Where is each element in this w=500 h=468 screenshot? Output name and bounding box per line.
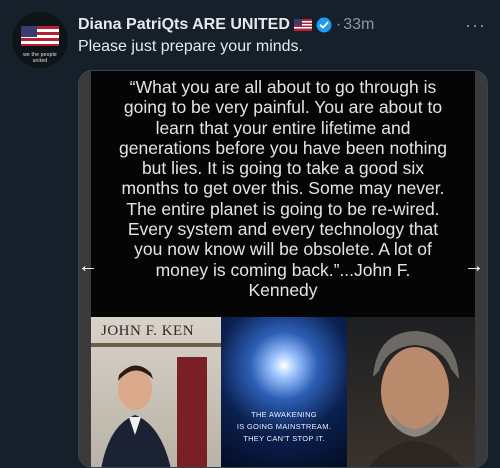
timestamp[interactable]: 33m bbox=[343, 16, 374, 34]
us-flag-icon bbox=[293, 19, 312, 31]
verified-badge-icon[interactable] bbox=[316, 17, 332, 33]
awakening-caption: THE AWAKENING IS GOING MAINSTREAM. THEY … bbox=[236, 410, 332, 443]
separator-dot: · bbox=[335, 16, 342, 33]
quote-image[interactable]: “What you are all about to go through is… bbox=[91, 71, 475, 317]
jfk-jr-photo: JOHN F. KEN bbox=[91, 317, 221, 467]
portrait-figure-2 bbox=[368, 331, 462, 467]
avatar-caption: we the people united bbox=[23, 52, 57, 64]
avatar[interactable]: we the people united bbox=[12, 12, 68, 68]
arrow-right-icon[interactable]: → bbox=[460, 252, 488, 280]
awakening-image: THE AWAKENING IS GOING MAINSTREAM. THEY … bbox=[221, 317, 347, 467]
media-carousel[interactable]: “What you are all about to go through is… bbox=[78, 70, 488, 468]
older-man-photo bbox=[347, 317, 475, 467]
portrait-figure bbox=[91, 343, 221, 467]
avatar-flag-icon bbox=[21, 26, 59, 46]
tweet-header: Diana PatriQts ARE UNITED · 33m bbox=[78, 14, 480, 36]
more-icon[interactable]: ··· bbox=[465, 15, 486, 36]
arrow-left-icon[interactable]: ← bbox=[74, 252, 102, 280]
author-name[interactable]: Diana PatriQts ARE UNITED bbox=[78, 16, 290, 34]
quote-text: “What you are all about to go through is… bbox=[119, 77, 447, 300]
tweet-text: Please just prepare your minds. bbox=[78, 38, 303, 55]
photo-strip: JOHN F. KEN THE AWAKENING IS GOING MAINS… bbox=[91, 317, 475, 467]
